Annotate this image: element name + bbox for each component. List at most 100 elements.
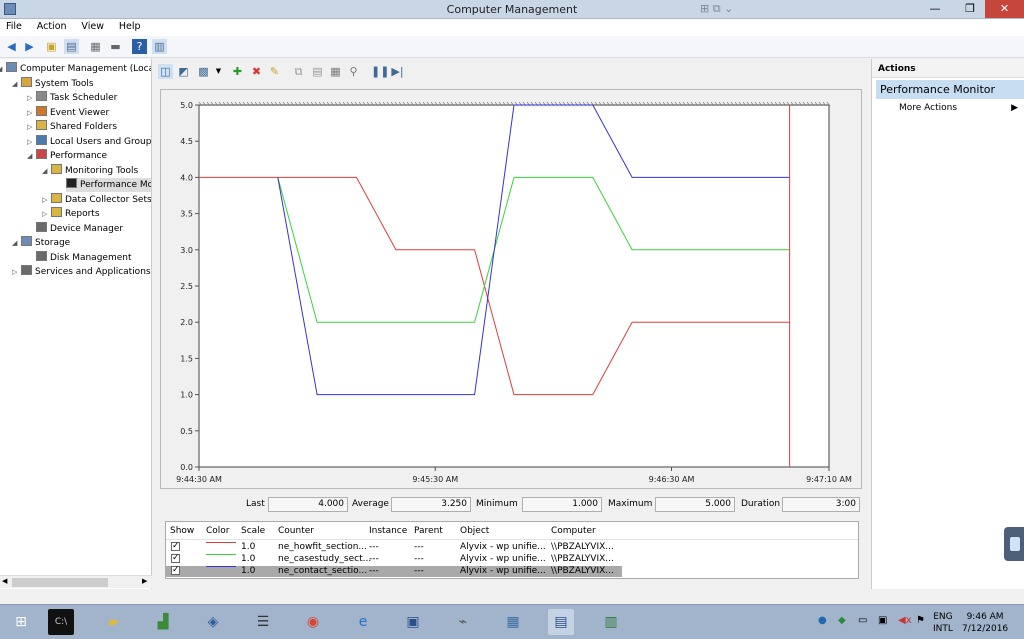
restore-button[interactable]: ❐ [957, 0, 983, 18]
chrome-icon[interactable]: ◉ [300, 609, 326, 635]
collapsed-arrow-icon[interactable]: ▷ [27, 135, 32, 149]
tree-item[interactable]: ◢ System Tools [12, 76, 94, 91]
scrollbar-thumb[interactable] [12, 578, 108, 587]
column-color[interactable]: Color [206, 526, 230, 536]
tree-item[interactable]: ◢ Storage [12, 236, 70, 250]
internet-explorer-icon[interactable]: e [350, 609, 376, 635]
minimize-button[interactable]: — [922, 0, 948, 18]
show-checkbox[interactable]: ✓ [171, 542, 180, 551]
more-actions-arrow-icon[interactable]: ▶ [1011, 103, 1018, 113]
tree-item[interactable]: Performance Mo [66, 178, 151, 192]
legend-row[interactable]: ✓ 1.0 ne_contact_sectio... --- --- Alyvix - w… [166, 566, 622, 577]
tree-item[interactable]: ◢ Monitoring Tools [42, 163, 138, 178]
tree-item[interactable]: ◢ Performance [27, 149, 107, 163]
column-object[interactable]: Object [460, 526, 489, 536]
control-panel-icon[interactable]: ▦ [500, 609, 526, 635]
add-counter-icon[interactable]: ✚ [230, 64, 245, 79]
column-show[interactable]: Show [170, 526, 194, 536]
notepad-icon[interactable]: ▥ [598, 609, 624, 635]
collapsed-arrow-icon[interactable]: ▷ [27, 106, 32, 120]
collapsed-arrow-icon[interactable]: ▷ [12, 265, 17, 279]
column-instance[interactable]: Instance [369, 526, 407, 536]
start-button-icon[interactable]: ⊞ [8, 609, 34, 635]
tree-horizontal-scrollbar[interactable]: ◀ ▶ [0, 575, 152, 588]
column-computer[interactable]: Computer [551, 526, 596, 536]
collapsed-arrow-icon[interactable]: ▷ [27, 91, 32, 105]
expanded-arrow-icon[interactable]: ◢ [27, 149, 32, 163]
python-icon[interactable]: ◈ [200, 609, 226, 635]
graph-type-dropdown-icon[interactable]: ▼ [211, 64, 226, 79]
legend-row[interactable]: ✓ 1.0 ne_howfit_section... --- --- Alyvix - w… [166, 542, 621, 553]
close-button[interactable]: ✕ [985, 0, 1024, 18]
print-icon[interactable]: ▬ [108, 39, 123, 54]
show-checkbox[interactable]: ✓ [171, 566, 180, 575]
view-log-data-icon[interactable]: ◩ [176, 64, 191, 79]
collapsed-arrow-icon[interactable]: ▷ [27, 120, 32, 134]
back-arrow-icon[interactable]: ◀ [4, 39, 19, 54]
delete-counter-icon[interactable]: ✖ [249, 64, 264, 79]
scroll-left-arrow-icon[interactable]: ◀ [2, 577, 7, 585]
collapsed-arrow-icon[interactable]: ▷ [42, 207, 47, 221]
highlight-icon[interactable]: ✎ [267, 64, 282, 79]
collapsed-arrow-icon[interactable]: ▷ [42, 193, 47, 207]
tree-item[interactable]: ▷ Shared Folders [27, 120, 117, 134]
series-color-swatch [206, 542, 236, 543]
up-folder-icon[interactable]: ▣ [44, 39, 59, 54]
expanded-arrow-icon[interactable]: ◢ [12, 236, 17, 250]
properties-icon[interactable]: ▦ [88, 39, 103, 54]
forward-arrow-icon[interactable]: ▶ [22, 39, 37, 54]
performance-monitor-taskbar-icon[interactable]: ⌁ [450, 609, 476, 635]
side-handle-icon[interactable] [1004, 527, 1024, 561]
database-icon[interactable]: ☰ [250, 609, 276, 635]
tray-display-icon[interactable]: ▭ [858, 615, 867, 626]
tree-item[interactable]: ▷ Local Users and Groups [27, 134, 151, 149]
show-tree-icon[interactable]: ▤ [64, 39, 79, 54]
menu-view[interactable]: View [75, 19, 110, 34]
change-graph-type-icon[interactable]: ▩ [196, 64, 211, 79]
menu-help[interactable]: Help [113, 19, 147, 34]
expanded-arrow-icon[interactable]: ◢ [42, 164, 47, 178]
expanded-arrow-icon[interactable]: ◢ [0, 62, 2, 76]
chart-app-icon[interactable]: ▟ [150, 609, 176, 635]
menu-file[interactable]: File [0, 19, 28, 34]
column-parent[interactable]: Parent [414, 526, 443, 536]
tree-item[interactable]: Device Manager [36, 221, 123, 236]
tree-item[interactable]: ▷ Reports [42, 207, 100, 221]
menu-action[interactable]: Action [31, 19, 73, 34]
tray-network-icon[interactable]: ● [818, 615, 827, 626]
title-bar-extra-icons: ⊞ ⧉ ⌄ [700, 2, 734, 15]
computer-icon[interactable]: ▣ [400, 609, 426, 635]
column-counter[interactable]: Counter [278, 526, 314, 536]
file-explorer-icon[interactable]: ▰ [100, 609, 126, 635]
help-icon[interactable]: ? [132, 39, 147, 54]
language-indicator[interactable]: ENG INTL [933, 611, 953, 635]
scroll-right-arrow-icon[interactable]: ▶ [142, 577, 147, 585]
more-actions-item[interactable]: More Actions [899, 103, 957, 113]
freeze-display-icon[interactable]: ❚❚ [371, 64, 389, 79]
show-action-pane-icon[interactable]: ▥ [152, 39, 167, 54]
tray-shield-icon[interactable]: ◆ [838, 615, 846, 626]
copy-properties-icon[interactable]: ⧉ [291, 64, 306, 79]
tree-item[interactable]: ▷ Data Collector Sets [42, 192, 151, 207]
column-scale[interactable]: Scale [241, 526, 265, 536]
tree-item[interactable]: ▷ Task Scheduler [27, 91, 117, 105]
command-prompt-icon[interactable]: C:\ [48, 609, 74, 635]
tree-item[interactable]: ◢ Computer Management (Local [0, 62, 151, 76]
zoom-icon[interactable]: ⚲ [346, 64, 361, 79]
tree-item[interactable]: ▷ Event Viewer [27, 105, 109, 120]
paste-counter-list-icon[interactable]: ▤ [310, 64, 325, 79]
tray-volume-icon[interactable]: ◀x [898, 615, 912, 626]
system-clock[interactable]: 9:46 AM 7/12/2016 [962, 611, 1008, 635]
tray-flag-icon[interactable]: ⚑ [916, 615, 925, 626]
show-checkbox[interactable]: ✓ [171, 554, 180, 563]
legend-row[interactable]: ✓ 1.0 ne_casestudy_sect... --- --- Alyvix - w… [166, 554, 621, 565]
expanded-arrow-icon[interactable]: ◢ [12, 77, 17, 91]
update-data-icon[interactable]: ▶| [390, 64, 405, 79]
tree-item[interactable]: ▷ Services and Applications [12, 265, 151, 279]
actions-performance-monitor[interactable]: Performance Monitor [876, 80, 1024, 99]
tray-monitor-icon[interactable]: ▣ [878, 615, 887, 626]
computer-management-taskbar-icon[interactable]: ▤ [548, 609, 574, 635]
properties-icon[interactable]: ▦ [328, 64, 343, 79]
view-current-activity-icon[interactable]: ◫ [158, 64, 173, 79]
tree-item[interactable]: Disk Management [36, 250, 131, 265]
